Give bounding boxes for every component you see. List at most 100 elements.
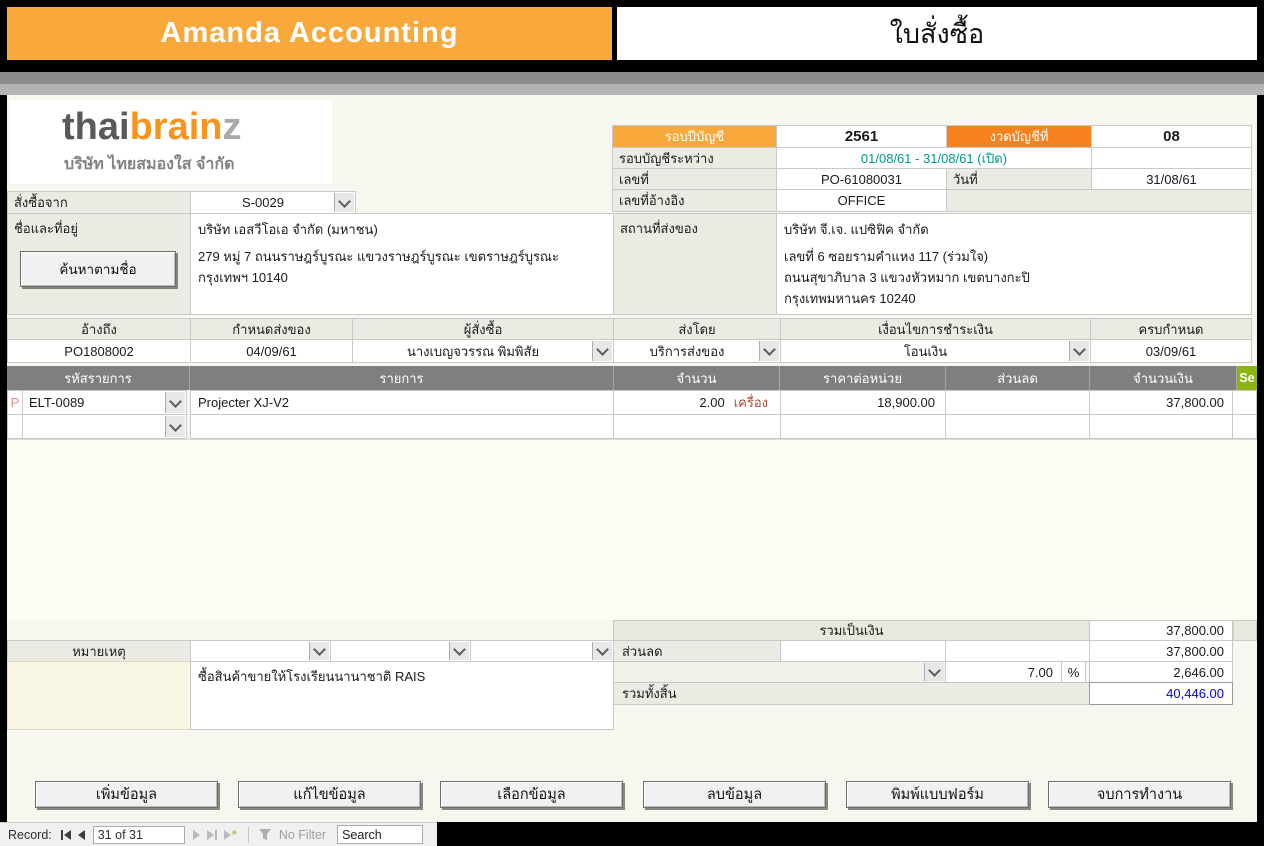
- note-text-box[interactable]: ซื้อสินค้าขายให้โรงเรียนนานาชาติ RAIS: [190, 661, 614, 730]
- discount-cell-1[interactable]: [780, 640, 946, 662]
- discount-label: ส่วนลด: [613, 640, 781, 662]
- subtotal-value: 37,800.00: [1089, 620, 1233, 641]
- subtotal-right-strip: [1233, 620, 1257, 641]
- accounting-period-label: งวดบัญชีที่: [946, 125, 1092, 148]
- chevron-down-icon[interactable]: [449, 642, 469, 660]
- notes-combo-3[interactable]: [470, 640, 614, 662]
- reference-value[interactable]: PO1808002: [7, 339, 191, 363]
- item-code-combo-empty[interactable]: [22, 414, 187, 439]
- chevron-down-icon[interactable]: [165, 392, 185, 413]
- supplier-address-line2: กรุงเทพฯ 10140: [198, 267, 288, 288]
- item-unit-price-cell[interactable]: [780, 414, 946, 439]
- supplier-address-line1: 279 หมู่ 7 ถนนราษฎร์บูรณะ แขวงราษฎร์บูรณ…: [198, 246, 559, 267]
- item-description-cell[interactable]: Projecter XJ-V2: [190, 390, 614, 415]
- chevron-down-icon[interactable]: [759, 341, 779, 361]
- print-form-button[interactable]: พิมพ์แบบฟอร์ม: [846, 781, 1029, 808]
- item-amount-cell[interactable]: [1089, 414, 1233, 439]
- doc-no-value: PO-61080031: [776, 168, 947, 190]
- chevron-down-icon[interactable]: [165, 416, 185, 437]
- record-selector[interactable]: [7, 414, 23, 439]
- chevron-down-icon[interactable]: [592, 642, 612, 660]
- ref-no-empty: [946, 189, 1252, 212]
- col-unit-price: ราคาต่อหน่วย: [780, 366, 946, 390]
- supplier-name: บริษัท เอสวีโอเอ จำกัด (มหาชน): [198, 219, 378, 240]
- item-unit: เครื่อง: [734, 392, 768, 413]
- select-data-button[interactable]: เลือกข้อมูล: [440, 781, 623, 808]
- percent-sign-cell: %: [1061, 661, 1086, 683]
- separator: [248, 827, 249, 843]
- order-from-combo[interactable]: S-0029: [190, 191, 356, 214]
- ship-to-address-line1: เลขที่ 6 ซอยรามคำแหง 117 (ร่วมใจ): [784, 246, 988, 267]
- item-table-header: รหัสรายการ รายการ จำนวน ราคาต่อหน่วย ส่ว…: [7, 366, 1257, 390]
- record-label: Record:: [8, 828, 52, 842]
- delivery-date-value[interactable]: 04/09/61: [190, 339, 353, 363]
- logo-part-brain: brain: [130, 106, 223, 148]
- item-description-cell[interactable]: [190, 414, 614, 439]
- next-record-icon[interactable]: [191, 828, 202, 842]
- logo-part-z: z: [222, 106, 241, 148]
- new-record-icon[interactable]: *: [222, 828, 239, 842]
- item-unit-price-cell[interactable]: 18,900.00: [780, 390, 946, 415]
- col-amount: จำนวนเงิน: [1090, 366, 1237, 390]
- chevron-down-icon[interactable]: [1069, 341, 1089, 361]
- discount-cell-2[interactable]: [945, 640, 1090, 662]
- item-qty-cell[interactable]: 2.00 เครื่อง: [613, 390, 781, 415]
- search-by-name-button[interactable]: ค้นหาตามชื่อ: [20, 251, 176, 287]
- chevron-down-icon[interactable]: [309, 642, 329, 660]
- vat-combo[interactable]: [613, 661, 946, 683]
- logo-part-thai: thai: [62, 106, 130, 148]
- note-side-area: [7, 661, 191, 730]
- item-amount-cell[interactable]: 37,800.00: [1089, 390, 1233, 415]
- ship-via-combo[interactable]: บริการส่งของ: [613, 339, 781, 363]
- exit-button[interactable]: จบการทำงาน: [1048, 781, 1231, 808]
- search-input[interactable]: [337, 825, 423, 844]
- header-reference: อ้างถึง: [7, 318, 191, 340]
- record-position-box[interactable]: 31 of 31: [93, 826, 185, 844]
- divider-bar-dark: [0, 72, 1264, 84]
- col-qty: จำนวน: [614, 366, 780, 390]
- previous-record-icon[interactable]: [76, 828, 87, 842]
- header-due-date: ครบกำหนด: [1090, 318, 1252, 340]
- supplier-address-box[interactable]: บริษัท เอสวีโอเอ จำกัด (มหาชน) 279 หมู่ …: [190, 213, 614, 315]
- filter-icon[interactable]: [258, 828, 272, 841]
- ref-no-label: เลขที่อ้างอิง: [612, 189, 777, 212]
- ship-to-address-line3: กรุงเทพมหานคร 10240: [784, 288, 916, 309]
- chevron-down-icon[interactable]: [592, 341, 612, 361]
- first-record-icon[interactable]: [59, 828, 73, 842]
- record-selector[interactable]: P: [7, 390, 23, 415]
- filter-status: No Filter: [279, 828, 326, 842]
- item-discount-cell[interactable]: [945, 390, 1090, 415]
- col-discount: ส่วนลด: [946, 366, 1090, 390]
- edit-data-button[interactable]: แก้ไขข้อมูล: [238, 781, 421, 808]
- vat-rate-value[interactable]: 7.00: [945, 661, 1062, 683]
- col-description: รายการ: [190, 366, 614, 390]
- accounting-period-value: 08: [1091, 125, 1252, 148]
- item-discount-cell[interactable]: [945, 414, 1090, 439]
- notes-combo-1[interactable]: [190, 640, 331, 662]
- due-date-value[interactable]: 03/09/61: [1090, 339, 1252, 363]
- ship-to-address-box[interactable]: บริษัท จี.เจ. แปซิฟิค จำกัด เลขที่ 6 ซอย…: [776, 213, 1252, 315]
- delete-data-button[interactable]: ลบข้อมูล: [643, 781, 826, 808]
- ship-to-label-cell: สถานที่ส่งของ: [613, 213, 777, 315]
- payment-terms-combo[interactable]: โอนเงิน: [780, 339, 1091, 363]
- fiscal-year-value: 2561: [776, 125, 947, 148]
- doc-date-label: วันที่: [946, 168, 1092, 190]
- notes-combo-2[interactable]: [330, 640, 471, 662]
- item-search-cell: [1232, 414, 1257, 439]
- header-delivery-date: กำหนดส่งของ: [190, 318, 353, 340]
- chevron-down-icon[interactable]: [334, 193, 354, 212]
- app-title: Amanda Accounting: [161, 17, 459, 50]
- item-qty-cell[interactable]: [613, 414, 781, 439]
- record-navigation-bar: Record: 31 of 31 * No Filter: [0, 822, 437, 846]
- add-data-button[interactable]: เพิ่มข้อมูล: [35, 781, 218, 808]
- chevron-down-icon[interactable]: [924, 663, 944, 681]
- form-title-banner: ใบสั่งซื้อ: [617, 7, 1257, 60]
- purchaser-combo[interactable]: นางเบญจวรรณ พิมพิสัย: [352, 339, 614, 363]
- col-search: Se: [1237, 366, 1257, 390]
- item-code-combo[interactable]: ELT-0089: [22, 390, 187, 415]
- after-discount-value: 37,800.00: [1089, 640, 1233, 662]
- col-item-code: รหัสรายการ: [7, 366, 190, 390]
- last-record-icon[interactable]: [205, 828, 219, 842]
- fiscal-year-label: รอบปีบัญชี: [612, 125, 777, 148]
- notes-label: หมายเหตุ: [7, 640, 191, 662]
